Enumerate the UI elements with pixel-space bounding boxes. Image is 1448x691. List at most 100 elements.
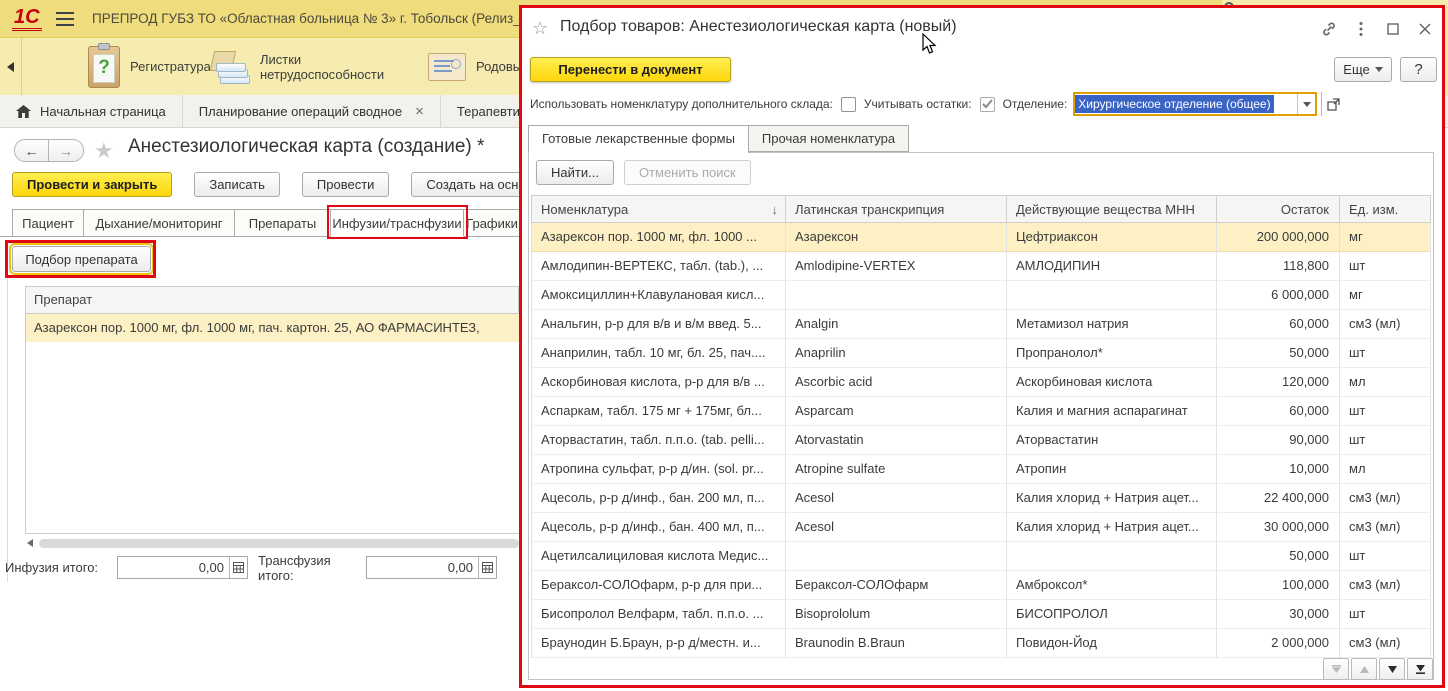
more-button[interactable]: Еще <box>1334 57 1392 82</box>
cell-stock: 100,000 <box>1217 571 1340 600</box>
tab-planning-operations[interactable]: Планирование операций сводное × <box>183 95 441 128</box>
ribbon-collapse-button[interactable] <box>0 38 22 95</box>
tab-infusions-transfusions[interactable]: Инфузии/траснфузии <box>331 209 464 237</box>
cell-nomenclature: Ацесоль, р-р д/инф., бан. 200 мл, п... <box>531 484 786 513</box>
cell-latin: Atorvastatin <box>786 426 1007 455</box>
save-button[interactable]: Записать <box>194 172 280 197</box>
more-kebab-icon[interactable] <box>1352 20 1370 38</box>
table-row[interactable]: Атропина сульфат, р-р д/ин. (sol. pr... … <box>531 455 1431 484</box>
cell-stock: 2 000,000 <box>1217 629 1340 658</box>
get-link-icon[interactable] <box>1320 20 1338 38</box>
table-row[interactable]: Азарексон пор. 1000 мг, фл. 1000 ... Аза… <box>531 223 1431 252</box>
tab-preparations[interactable]: Препараты <box>235 209 331 237</box>
table-row[interactable]: Аскорбиновая кислота, р-р для в/в ... As… <box>531 368 1431 397</box>
table-row[interactable]: Анаприлин, табл. 10 мг, бл. 25, пач.... … <box>531 339 1431 368</box>
cell-latin: Bisoprololum <box>786 600 1007 629</box>
table-row[interactable]: Браунодин Б.Браун, р-р д/местн. и... Bra… <box>531 629 1431 658</box>
document-actions: Провести и закрыть Записать Провести Соз… <box>12 172 555 197</box>
tab-breathing-monitoring[interactable]: Дыхание/мониторинг <box>84 209 235 237</box>
cell-unit: см3 (мл) <box>1340 484 1431 513</box>
table-row[interactable]: Аторвастатин, табл. п.п.о. (tab. pelli..… <box>531 426 1431 455</box>
table-row[interactable]: Ацесоль, р-р д/инф., бан. 400 мл, п... A… <box>531 513 1431 542</box>
find-button[interactable]: Найти... <box>536 160 614 185</box>
sheets-stack-icon <box>212 51 250 83</box>
cell-nomenclature: Анальгин, р-р для в/в и в/м введ. 5... <box>531 310 786 339</box>
department-field[interactable]: Хирургическое отделение (общее) <box>1073 92 1317 116</box>
post-and-close-button[interactable]: Провести и закрыть <box>12 172 172 197</box>
ribbon-item-sick-leaves[interactable]: Листки нетрудоспособности <box>212 38 388 95</box>
cell-mnn: Амброксол* <box>1007 571 1217 600</box>
cell-unit: шт <box>1340 542 1431 571</box>
cell-unit: шт <box>1340 339 1431 368</box>
clipboard-question-icon: ? <box>88 46 120 88</box>
application-title: ПРЕПРОД ГУБЗ ТО «Областная больница № 3»… <box>92 0 536 38</box>
cell-stock: 30,000 <box>1217 600 1340 629</box>
horizontal-scrollbar[interactable] <box>27 537 519 549</box>
favorite-star-outline-icon[interactable]: ☆ <box>532 18 548 39</box>
go-last-button[interactable] <box>1407 658 1433 680</box>
table-row[interactable]: Аспаркам, табл. 175 мг + 175мг, бл... As… <box>531 397 1431 426</box>
main-menu-burger-icon[interactable] <box>56 12 74 26</box>
department-dropdown-button[interactable] <box>1297 94 1315 114</box>
use-additional-warehouse-checkbox[interactable] <box>841 97 856 112</box>
table-row[interactable]: Ацетилсалициловая кислота Медис... 50,00… <box>531 542 1431 571</box>
column-unit[interactable]: Ед. изм. <box>1340 196 1431 222</box>
department-value-selected: Хирургическое отделение (общее) <box>1075 95 1273 113</box>
go-down-button[interactable] <box>1379 658 1405 680</box>
calculator-icon[interactable] <box>229 557 247 578</box>
back-button[interactable]: ← <box>14 139 49 162</box>
tab-patient[interactable]: Пациент <box>12 209 84 237</box>
cell-mnn: Атропин <box>1007 455 1217 484</box>
close-icon[interactable] <box>1416 20 1434 38</box>
cell-mnn <box>1007 281 1217 310</box>
certificate-icon <box>428 53 466 81</box>
tab-charts[interactable]: Графики <box>464 209 521 237</box>
column-latin-transcription[interactable]: Латинская транскрипция <box>786 196 1007 222</box>
cell-mnn: Калия хлорид + Натрия ацет... <box>1007 513 1217 542</box>
cell-latin: Analgin <box>786 310 1007 339</box>
transfer-to-document-button[interactable]: Перенести в документ <box>530 57 731 82</box>
cell-stock: 200 000,000 <box>1217 223 1340 252</box>
post-button[interactable]: Провести <box>302 172 390 197</box>
table-row[interactable]: Анальгин, р-р для в/в и в/м введ. 5... A… <box>531 310 1431 339</box>
cell-nomenclature: Амоксициллин+Клавулановая кисл... <box>531 281 786 310</box>
tab-home[interactable]: Начальная страница <box>0 95 183 128</box>
table-row[interactable]: Бераксол-СОЛОфарм, р-р для при... Беракс… <box>531 571 1431 600</box>
maximize-icon[interactable] <box>1384 20 1402 38</box>
forward-button[interactable]: → <box>49 139 84 162</box>
column-nomenclature[interactable]: Номенклатура↓ <box>531 196 786 222</box>
cell-mnn: Калия хлорид + Натрия ацет... <box>1007 484 1217 513</box>
tab-other-nomenclature[interactable]: Прочая номенклатура <box>749 125 909 152</box>
calculator-icon[interactable] <box>478 557 496 578</box>
ribbon-item-registratura[interactable]: ? Регистратура <box>88 38 211 95</box>
favorite-star-icon[interactable]: ★ <box>94 138 114 164</box>
scrollbar-thumb[interactable] <box>39 539 519 548</box>
transfusion-total-field[interactable]: 0,00 <box>366 556 497 579</box>
ribbon-item-rodovye[interactable]: Родовы <box>428 38 522 95</box>
close-tab-icon[interactable]: × <box>415 103 424 120</box>
cell-unit: шт <box>1340 397 1431 426</box>
use-additional-warehouse-label: Использовать номенклатуру дополнительног… <box>530 97 833 111</box>
help-button[interactable]: ? <box>1400 57 1437 82</box>
cell-nomenclature: Ацетилсалициловая кислота Медис... <box>531 542 786 571</box>
table-row[interactable]: Бисопролол Велфарм, табл. п.п.о. ... Bis… <box>531 600 1431 629</box>
department-open-button[interactable] <box>1321 92 1345 116</box>
infusion-total-field[interactable]: 0,00 <box>117 556 248 579</box>
dialog-table-body: Азарексон пор. 1000 мг, фл. 1000 ... Аза… <box>531 223 1431 658</box>
column-active-substances-mnn[interactable]: Действующие вещества МНН <box>1007 196 1217 222</box>
column-stock[interactable]: Остаток <box>1217 196 1340 222</box>
cell-stock: 50,000 <box>1217 542 1340 571</box>
selected-preparation-row[interactable]: Азарексон пор. 1000 мг, фл. 1000 мг, пач… <box>25 314 519 342</box>
table-row[interactable]: Ацесоль, р-р д/инф., бан. 200 мл, п... A… <box>531 484 1431 513</box>
table-navigation-buttons <box>1323 658 1433 680</box>
preparation-column-header[interactable]: Препарат <box>25 286 519 314</box>
pick-preparation-button[interactable]: Подбор препарата <box>12 246 151 272</box>
table-row[interactable]: Амлодипин-ВЕРТЕКС, табл. (tab.), ... Aml… <box>531 252 1431 281</box>
table-row[interactable]: Амоксициллин+Клавулановая кисл... 6 000,… <box>531 281 1431 310</box>
scroll-left-icon[interactable] <box>27 539 33 547</box>
tab-ready-drug-forms[interactable]: Готовые лекарственные формы <box>528 125 749 153</box>
nomenclature-table-header: Номенклатура↓ Латинская транскрипция Дей… <box>531 195 1431 223</box>
document-tab-strip: Пациент Дыхание/мониторинг Препараты Инф… <box>12 209 521 238</box>
cell-nomenclature: Бераксол-СОЛОфарм, р-р для при... <box>531 571 786 600</box>
search-buttons-row: Найти... Отменить поиск <box>536 160 751 185</box>
